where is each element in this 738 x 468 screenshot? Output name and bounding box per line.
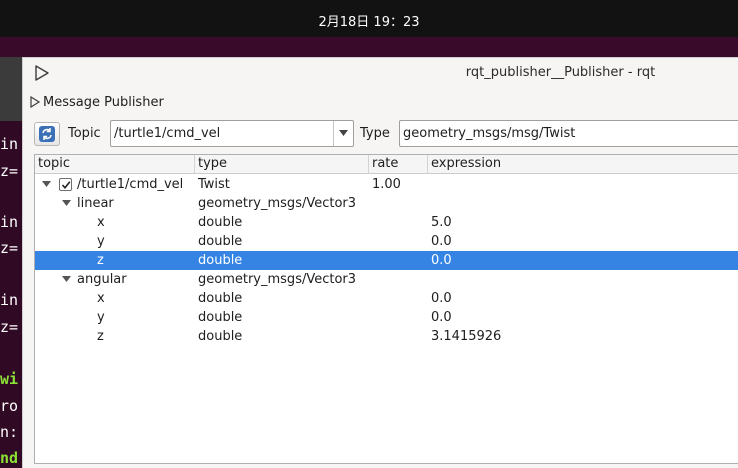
field-expression[interactable]: 0.0 — [431, 308, 452, 327]
field-type: double — [198, 253, 243, 268]
terminal-line: ro — [0, 397, 19, 415]
field-name: /turtle1/cmd_vel — [77, 177, 184, 192]
field-name: y — [97, 310, 105, 325]
field-type: geometry_msgs/Vector3 — [198, 272, 357, 287]
desktop-background — [0, 37, 738, 57]
window-title: rqt_publisher__Publisher - rqt — [465, 65, 656, 80]
type-input[interactable]: geometry_msgs/msg/Twist — [399, 120, 738, 147]
header-topic[interactable]: topic — [35, 155, 195, 174]
plugin-title: Message Publisher — [43, 94, 164, 110]
field-type: double — [198, 215, 243, 230]
field-name: angular — [77, 272, 127, 287]
topic-value: /turtle1/cmd_vel — [114, 126, 221, 141]
type-value: geometry_msgs/msg/Twist — [403, 126, 576, 141]
terminal-line: z= — [0, 318, 19, 336]
terminal-line: z= — [0, 239, 19, 257]
system-top-bar: 2月18日 19：23 — [0, 0, 738, 37]
refresh-icon — [39, 126, 55, 142]
field-rate[interactable]: 1.00 — [372, 175, 401, 194]
collapse-arrow-icon[interactable] — [29, 96, 41, 108]
tree-row[interactable]: z double 3.1415926 — [35, 327, 738, 346]
field-name: z — [97, 329, 104, 344]
header-type[interactable]: type — [195, 155, 369, 174]
terminal-line: wi — [0, 370, 19, 388]
field-type: double — [198, 291, 243, 306]
tree-row[interactable]: x double 5.0 — [35, 213, 738, 232]
terminal-line: z= — [0, 162, 19, 180]
field-type: geometry_msgs/Vector3 — [198, 196, 357, 211]
checkmark-icon — [61, 181, 71, 190]
field-type: double — [198, 329, 243, 344]
field-type: double — [198, 310, 243, 325]
field-type: Twist — [198, 177, 230, 192]
expand-arrow-icon[interactable] — [42, 181, 51, 188]
tree-row[interactable]: x double 0.0 — [35, 289, 738, 308]
field-type: double — [198, 234, 243, 249]
field-name: x — [97, 291, 105, 306]
field-expression[interactable]: 0.0 — [431, 251, 452, 270]
plugin-header[interactable]: Message Publisher — [29, 92, 164, 112]
expand-arrow-icon[interactable] — [62, 200, 71, 207]
field-expression[interactable]: 0.0 — [431, 289, 452, 308]
terminal-line: in — [0, 291, 19, 309]
header-rate[interactable]: rate — [369, 155, 428, 174]
clock[interactable]: 2月18日 19：23 — [0, 11, 738, 30]
field-expression[interactable]: 5.0 — [431, 213, 452, 232]
field-name: y — [97, 234, 105, 249]
refresh-button[interactable] — [34, 122, 60, 146]
tree-row[interactable]: angular geometry_msgs/Vector3 — [35, 270, 738, 289]
field-name: z — [97, 253, 104, 268]
rqt-window: rqt_publisher__Publisher - rqt Message P… — [22, 57, 738, 468]
topic-combobox[interactable]: /turtle1/cmd_vel — [110, 120, 354, 147]
field-expression[interactable]: 0.0 — [431, 232, 452, 251]
terminal-line: n: — [0, 423, 19, 441]
play-icon[interactable] — [33, 64, 51, 82]
terminal-line: in — [0, 213, 19, 231]
tree-row[interactable]: y double 0.0 — [35, 232, 738, 251]
type-label: Type — [360, 126, 390, 141]
field-name: x — [97, 215, 105, 230]
expand-arrow-icon[interactable] — [62, 276, 71, 283]
enable-checkbox[interactable] — [59, 178, 72, 191]
tree-header: topic type rate expression — [35, 155, 738, 174]
field-name: linear — [77, 196, 114, 211]
terminal-line: nd — [0, 449, 19, 467]
window-titlebar[interactable]: rqt_publisher__Publisher - rqt — [23, 58, 738, 88]
header-expression[interactable]: expression — [428, 155, 738, 174]
message-tree[interactable]: topic type rate expression /turtle1/cmd_… — [34, 154, 738, 464]
topic-label: Topic — [68, 126, 101, 141]
field-expression[interactable]: 3.1415926 — [431, 327, 501, 346]
terminal-line: in — [0, 135, 19, 153]
chevron-down-icon — [339, 130, 348, 136]
topic-dropdown-button[interactable] — [333, 121, 353, 146]
tree-row[interactable]: /turtle1/cmd_vel Twist 1.00 — [35, 175, 738, 194]
tree-row[interactable]: z double 0.0 — [35, 251, 738, 270]
tree-row[interactable]: linear geometry_msgs/Vector3 — [35, 194, 738, 213]
tree-row[interactable]: y double 0.0 — [35, 308, 738, 327]
